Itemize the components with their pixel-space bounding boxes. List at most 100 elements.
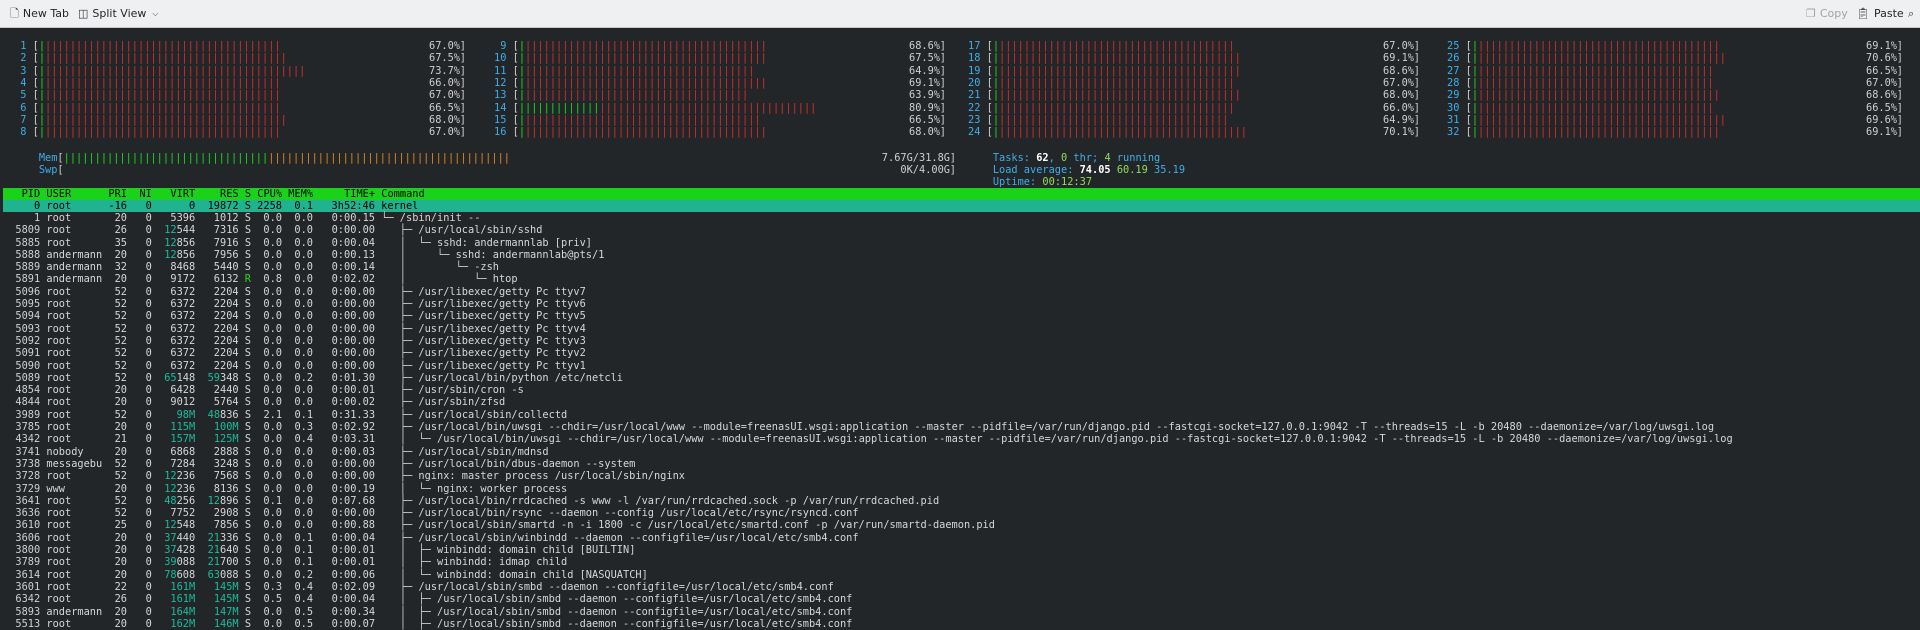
- table-row[interactable]: 5096 root 52 0 6372 2204 S 0.0 0.0 0:00.…: [3, 286, 1733, 298]
- cpu-id: 2: [14, 52, 33, 65]
- tree-branch: └─: [381, 212, 400, 224]
- cpu-bar-high: ||||||||||||||||||||||||||||||||||||: [525, 89, 749, 102]
- table-row[interactable]: 3738 messagebu 52 0 7284 3248 S 0.0 0.0 …: [3, 458, 1733, 470]
- table-row[interactable]: 5094 root 52 0 6372 2204 S 0.0 0.0 0:00.…: [3, 310, 1733, 322]
- table-row[interactable]: 5092 root 52 0 6372 2204 S 0.0 0.0 0:00.…: [3, 335, 1733, 347]
- pid-cell: 3614: [3, 568, 41, 581]
- table-row[interactable]: 3800 root 20 0 37428 21640 S 0.0 0.1 0:0…: [3, 544, 1733, 556]
- pid-cell: 5888: [3, 248, 41, 261]
- selected-row-command: kernel: [381, 200, 419, 212]
- column-header-user[interactable]: USER: [46, 188, 102, 200]
- cpu-meter-26: 26 [||||||||||||||||||||||||||||||||||||…: [1447, 52, 1903, 64]
- stats-cells: 20 0 37428 21640 S 0.0 0.1 0:00.01: [102, 544, 382, 557]
- pid-cell: 5809: [3, 224, 41, 237]
- table-row[interactable]: 4342 root 21 0 157M 125M S 0.0 0.4 0:03.…: [3, 433, 1732, 445]
- table-row[interactable]: 5809 root 26 0 12544 7316 S 0.0 0.0 0:00…: [3, 224, 1733, 236]
- table-row[interactable]: 3989 root 52 0 98M 48836 S 2.1 0.1 0:31.…: [3, 409, 1733, 421]
- tree-branch: ├─: [381, 396, 419, 409]
- cpu-meter-30: 30 [||||||||||||||||||||||||||||||||||||…: [1447, 102, 1903, 114]
- tree-branch: │ ├─: [381, 605, 438, 618]
- column-header-virt[interactable]: VIRT: [158, 188, 195, 200]
- cpu-meter-8: 8 [|||||||||||||||||||||||||||||||||||||…: [14, 126, 466, 138]
- cpu-bar: |||||||||||||||||||||||||||||||||||||||: [993, 40, 1235, 52]
- table-row[interactable]: 5888 andermann 20 0 12856 7956 S 0.0 0.0…: [3, 249, 1733, 261]
- user-cell: root: [46, 359, 103, 372]
- cpu-bar-high: ||||||||||||||||||||||||||||||||||||||: [999, 40, 1235, 52]
- split-view-button[interactable]: ◫ Split View ⌵: [78, 6, 162, 22]
- table-row[interactable]: 3601 root 22 0 161M 145M S 0.3 0.4 0:02.…: [3, 581, 1733, 593]
- command-cell: /usr/sbin/cron -s: [418, 384, 524, 397]
- command-cell: nginx: worker process: [437, 482, 568, 495]
- pid-cell: 3636: [3, 507, 41, 520]
- command-cell: winbindd: idmap child: [437, 556, 568, 569]
- cpu-id: 19: [968, 64, 987, 77]
- table-row[interactable]: 4844 root 20 0 9012 5764 S 0.0 0.0 0:00.…: [3, 396, 1733, 408]
- table-row[interactable]: 5891 andermann 20 0 9172 6132 R 0.8 0.0 …: [3, 273, 1733, 285]
- cpu-id: 24: [968, 126, 987, 139]
- table-row[interactable]: 5089 root 52 0 65148 59348 S 0.0 0.2 0:0…: [3, 372, 1733, 384]
- column-header-pid[interactable]: PID: [3, 188, 41, 200]
- table-row[interactable]: 5095 root 52 0 6372 2204 S 0.0 0.0 0:00.…: [3, 298, 1733, 310]
- table-row[interactable]: 3785 root 20 0 115M 100M S 0.0 0.3 0:02.…: [3, 421, 1733, 433]
- cpu-bar-high: ||||||||||||||||||||||||||||||||||||||: [1478, 101, 1714, 114]
- table-row[interactable]: 5093 root 52 0 6372 2204 S 0.0 0.0 0:00.…: [3, 323, 1733, 335]
- column-header-res[interactable]: RES: [201, 188, 239, 200]
- command-cell: /usr/local/sbin/collectd: [418, 408, 568, 421]
- cpu-id: 18: [968, 52, 987, 65]
- pid-cell: 5513: [3, 617, 41, 630]
- column-header-mem[interactable]: MEM%: [288, 188, 313, 200]
- paste-button[interactable]: 📋︎ Paste: [1856, 6, 1904, 22]
- cpu-id: 27: [1447, 64, 1466, 77]
- table-row[interactable]: 5090 root 52 0 6372 2204 S 0.0 0.0 0:00.…: [3, 360, 1733, 372]
- table-row[interactable]: 3614 root 20 0 78608 63088 S 0.0 0.2 0:0…: [3, 569, 1733, 581]
- cpu-bracket-close: ]: [939, 101, 946, 114]
- cpu-bar-high: ||||||||||||||||||||||||||||||||||||||||: [1478, 52, 1726, 65]
- process-list[interactable]: 1 root 20 0 5396 1012 S 0.0 0.0 0:00.15 …: [3, 212, 1733, 630]
- table-row[interactable]: 1 root 20 0 5396 1012 S 0.0 0.0 0:00.15 …: [3, 212, 1733, 224]
- pid-cell: 5893: [3, 605, 41, 618]
- cpu-pct: 67.5%: [429, 52, 460, 65]
- stats-cells: 20 0 6428 2440 S 0.0 0.0 0:00.01: [102, 384, 382, 397]
- table-row[interactable]: 3729 www 20 0 12236 8136 S 0.0 0.0 0:00.…: [3, 483, 1733, 495]
- cpu-pct: 67.0%: [429, 126, 460, 139]
- selected-process-row[interactable]: 0 root -16 0 0 19872 S 2258 0.1 3h52:46 …: [3, 200, 1920, 212]
- table-row[interactable]: 3741 nobody 20 0 6868 2888 S 0.0 0.0 0:0…: [3, 446, 1733, 458]
- cpu-pct: 68.6%: [1383, 64, 1414, 77]
- table-row[interactable]: 3641 root 52 0 48256 12896 S 0.1 0.0 0:0…: [3, 495, 1733, 507]
- new-tab-button[interactable]: 🗋 New Tab: [10, 6, 69, 22]
- table-row[interactable]: 5513 root 20 0 162M 146M S 0.0 0.5 0:00.…: [3, 618, 1733, 630]
- table-row[interactable]: 3728 root 52 0 12236 7568 S 0.0 0.0 0:00…: [3, 470, 1733, 482]
- cpu-bar-high: |||||||||||||||||||||||||||||||||||||||: [1478, 126, 1720, 139]
- table-row[interactable]: 3606 root 20 0 37440 21336 S 0.0 0.1 0:0…: [3, 532, 1733, 544]
- search-button[interactable]: ⌕: [1908, 6, 1918, 22]
- table-row[interactable]: 5893 andermann 20 0 164M 147M S 0.0 0.5 …: [3, 606, 1733, 618]
- table-row[interactable]: 5889 andermann 32 0 8468 5440 S 0.0 0.0 …: [3, 261, 1733, 273]
- cpu-bar: ||||||||||||||||||||||||||||||||||||||||: [39, 52, 287, 64]
- table-row[interactable]: 4854 root 20 0 6428 2440 S 0.0 0.0 0:00.…: [3, 384, 1733, 396]
- cpu-bar-high: |||||||||||||||||||||||||||||||||||||||: [1478, 89, 1720, 102]
- cpu-id: 1: [14, 40, 33, 52]
- cpu-bracket-close: ]: [459, 89, 466, 102]
- copy-button[interactable]: ❐ Copy: [1806, 6, 1848, 22]
- column-header-cpu[interactable]: CPU%: [257, 188, 282, 200]
- user-cell: root: [46, 544, 103, 557]
- cpu-bar-high: |||||||||||||||||||||||||||||||||||||||: [999, 52, 1241, 65]
- table-row[interactable]: 3789 root 20 0 39088 21700 S 0.0 0.1 0:0…: [3, 556, 1733, 568]
- cpu-meter-12: 12 [||||||||||||||||||||||||||||||||||||…: [494, 77, 946, 89]
- table-row[interactable]: 5091 root 52 0 6372 2204 S 0.0 0.0 0:00.…: [3, 347, 1733, 359]
- cpu-meter-3: 3 [|||||||||||||||||||||||||||||||||||||…: [14, 65, 466, 77]
- table-row[interactable]: 3636 root 52 0 7752 2908 S 0.0 0.0 0:00.…: [3, 507, 1733, 519]
- column-header-time[interactable]: TIME+: [319, 188, 375, 200]
- stats-cells: 20 0 78608 63088 S 0.0 0.2 0:00.06: [102, 568, 382, 581]
- user-cell: root: [46, 212, 103, 224]
- column-header-s[interactable]: S: [245, 188, 251, 200]
- table-row[interactable]: 5885 root 35 0 12856 7916 S 0.0 0.0 0:00…: [3, 237, 1733, 249]
- column-header-command[interactable]: Command: [381, 188, 424, 200]
- process-table-header[interactable]: PID USER PRI NI VIRT RES S CPU% MEM% TIM…: [3, 188, 1920, 200]
- cpu-bar: |||||||||||||||||||||||||||||||||||||||: [993, 102, 1235, 114]
- cpu-pct: 67.0%: [429, 40, 460, 52]
- table-row[interactable]: 6342 root 26 0 161M 145M S 0.5 0.4 0:00.…: [3, 593, 1733, 605]
- table-row[interactable]: 3610 root 25 0 12548 7856 S 0.0 0.0 0:00…: [3, 519, 1733, 531]
- column-header-pri[interactable]: PRI: [108, 188, 127, 200]
- column-header-ni[interactable]: NI: [133, 188, 151, 200]
